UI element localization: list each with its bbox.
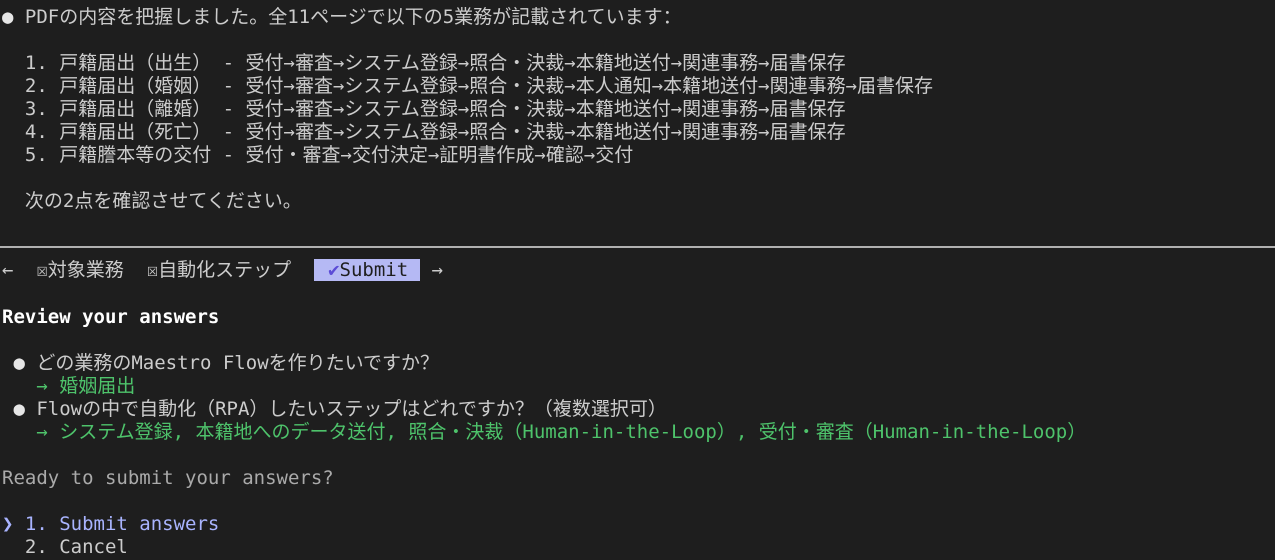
tab-target-business[interactable]: ☒対象業務 — [36, 259, 123, 281]
bullet-icon: ● — [13, 398, 25, 420]
summary-item: 5. 戸籍謄本等の交付 - 受付・審査→交付決定→証明書作成→確認→交付 — [2, 144, 633, 167]
review-question: ● どの業務のMaestro Flowを作りたいですか？ — [2, 352, 439, 375]
option-label: 1. Submit answers — [24, 513, 220, 535]
question-text: Flowの中で自動化（RPA）したいステップはどれですか？（複数選択可） — [36, 398, 667, 420]
next-arrow-icon[interactable]: → — [432, 259, 443, 281]
summary-item: 2. 戸籍届出（婚姻） - 受付→審査→システム登録→照合・決裁→本人通知→本籍… — [2, 75, 933, 98]
pointer-icon: ❯ — [2, 513, 14, 535]
summary-item: 4. 戸籍届出（死亡） - 受付→審査→システム登録→照合・決裁→本籍地送付→関… — [2, 121, 846, 144]
confirm-note-line: 次の2点を確認させてください。 — [2, 190, 302, 213]
review-question: ● Flowの中で自動化（RPA）したいステップはどれですか？（複数選択可） — [2, 398, 667, 421]
pointer-spacer — [2, 536, 13, 558]
tab-label: 自動化ステップ — [158, 259, 292, 281]
check-icon: ✔ — [328, 259, 340, 281]
summary-item-text: 1. 戸籍届出（出生） - 受付→審査→システム登録→照合・決裁→本籍地送付→関… — [24, 52, 846, 74]
tab-label: 対象業務 — [47, 259, 124, 281]
summary-item-text: 3. 戸籍届出（離婚） - 受付→審査→システム登録→照合・決裁→本籍地送付→関… — [24, 98, 846, 120]
summary-item: 3. 戸籍届出（離婚） - 受付→審査→システム登録→照合・決裁→本籍地送付→関… — [2, 98, 846, 121]
option-submit-answers[interactable]: ❯ 1. Submit answers — [2, 513, 219, 536]
answer-text: → システム登録, 本籍地へのデータ送付, 照合・決裁（Human-in-the… — [36, 421, 1087, 443]
question-text: どの業務のMaestro Flowを作りたいですか？ — [36, 352, 440, 374]
submit-prompt: Ready to submit your answers? — [2, 467, 334, 489]
summary-item: 1. 戸籍届出（出生） - 受付→審査→システム登録→照合・決裁→本籍地送付→関… — [2, 52, 846, 75]
divider — [0, 246, 1275, 248]
option-cancel[interactable]: 2. Cancel — [2, 536, 128, 559]
summary-item-text: 2. 戸籍届出（婚姻） - 受付→審査→システム登録→照合・決裁→本人通知→本籍… — [24, 75, 934, 97]
answer-text: → 婚姻届出 — [36, 375, 136, 397]
prev-arrow-icon[interactable]: ← — [2, 259, 13, 281]
tab-bar: ← ☒対象業務 ☒自動化ステップ ✔Submit → — [2, 259, 443, 282]
review-answer: → システム登録, 本籍地へのデータ送付, 照合・決裁（Human-in-the… — [2, 421, 1086, 444]
tab-label: Submit — [339, 259, 409, 281]
bullet-icon: ● — [13, 352, 25, 374]
summary-intro: PDFの内容を把握しました。全11ページで以下の5業務が記載されています： — [24, 6, 682, 28]
review-heading: Review your answers — [2, 306, 220, 328]
summary-intro-line: ● PDFの内容を把握しました。全11ページで以下の5業務が記載されています： — [2, 6, 682, 29]
tab-submit[interactable]: ✔Submit — [314, 259, 421, 281]
summary-item-text: 4. 戸籍届出（死亡） - 受付→審査→システム登録→照合・決裁→本籍地送付→関… — [24, 121, 846, 143]
checkbox-checked-icon: ☒ — [146, 259, 159, 281]
tab-automation-steps[interactable]: ☒自動化ステップ — [147, 259, 291, 281]
bullet-icon: ● — [2, 6, 14, 28]
summary-item-text: 5. 戸籍謄本等の交付 - 受付・審査→交付決定→証明書作成→確認→交付 — [24, 144, 634, 166]
option-label: 2. Cancel — [24, 536, 128, 558]
checkbox-checked-icon: ☒ — [36, 259, 48, 281]
review-answer: → 婚姻届出 — [2, 375, 135, 398]
confirm-note: 次の2点を確認させてください。 — [24, 190, 302, 212]
